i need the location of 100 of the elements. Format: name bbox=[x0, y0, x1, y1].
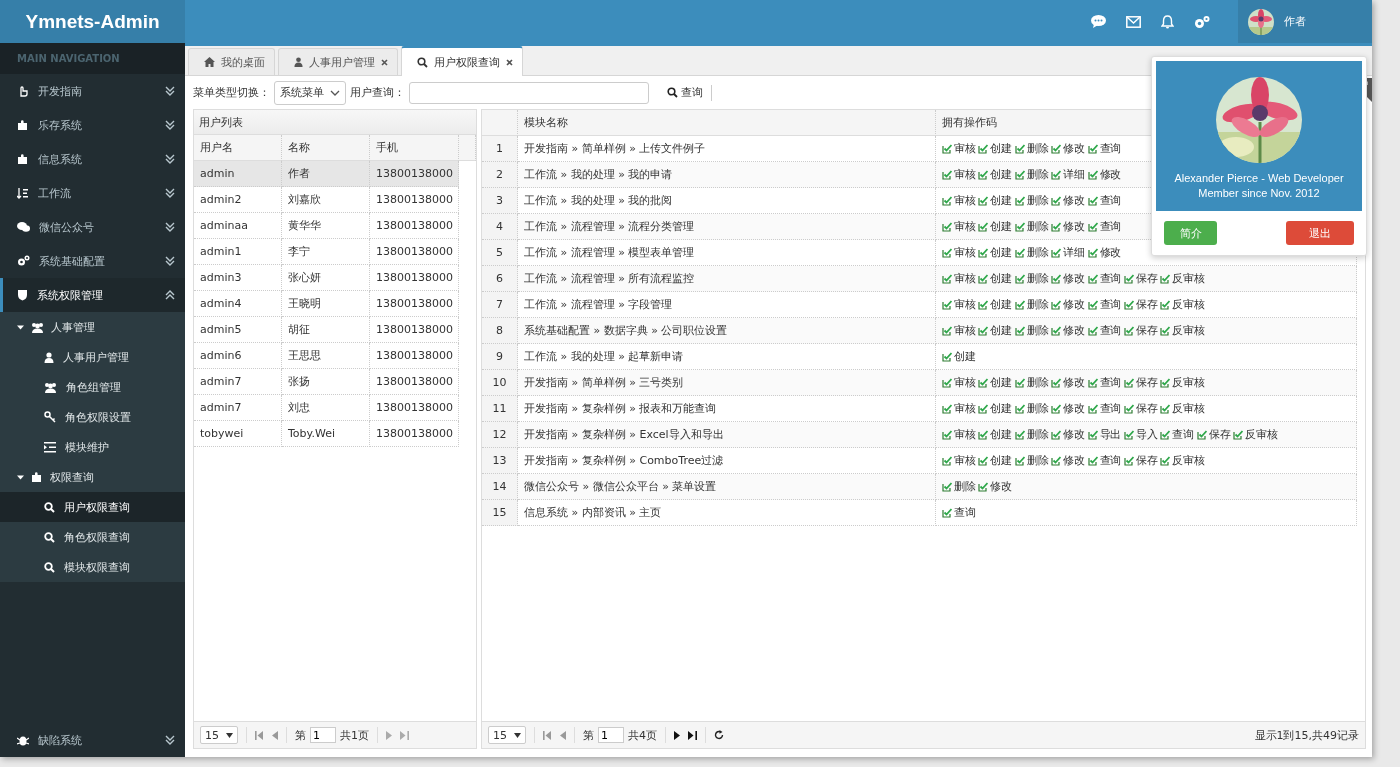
permission-code: 查询 bbox=[1099, 401, 1122, 416]
nav-heading: MAIN NAVIGATION bbox=[0, 43, 185, 74]
nav-item[interactable]: 缺陷系统 bbox=[0, 723, 185, 757]
nav-item[interactable]: 信息系统 bbox=[0, 142, 185, 176]
table-cell: 13800138000 bbox=[370, 317, 459, 343]
checkbox-icon bbox=[1087, 455, 1098, 466]
checkbox-icon bbox=[1087, 221, 1098, 232]
first-page-icon[interactable] bbox=[255, 730, 264, 740]
checkbox-icon bbox=[942, 325, 952, 336]
permission-code: 删除 bbox=[1026, 427, 1049, 442]
permission-code: 创建 bbox=[990, 193, 1012, 208]
bell-icon[interactable] bbox=[1161, 14, 1174, 29]
nav-subitem[interactable]: 人事用户管理 bbox=[0, 342, 185, 372]
permission-code: 创建 bbox=[990, 219, 1012, 234]
permission-code: 审核 bbox=[954, 427, 976, 442]
caret-down-icon bbox=[226, 732, 233, 738]
checkbox-icon bbox=[978, 169, 989, 180]
next-page-icon[interactable] bbox=[674, 730, 680, 740]
row-number: 7 bbox=[482, 292, 518, 318]
close-icon[interactable] bbox=[381, 58, 388, 66]
checkbox-icon bbox=[1014, 455, 1025, 466]
nav-subitem[interactable]: 角色权限查询 bbox=[0, 522, 185, 552]
nav-subitem[interactable]: 角色权限设置 bbox=[0, 402, 185, 432]
checkbox-icon bbox=[978, 299, 989, 310]
checkbox-icon bbox=[1087, 429, 1098, 440]
table-cell: 工作流 » 流程管理 » 所有流程监控 bbox=[518, 266, 936, 292]
permission-code: 保存 bbox=[1136, 297, 1158, 312]
permission-code: 修改 bbox=[1063, 141, 1085, 156]
permission-code: 删除 bbox=[1026, 401, 1049, 416]
permission-code: 创建 bbox=[990, 297, 1012, 312]
chevron-down-icon bbox=[165, 86, 175, 96]
last-page-icon[interactable] bbox=[688, 730, 697, 740]
permission-code: 反审核 bbox=[1245, 427, 1278, 442]
nav-item[interactable]: 系统基础配置 bbox=[0, 244, 185, 278]
page-number-field[interactable]: 1 bbox=[310, 727, 336, 743]
user-query-field[interactable] bbox=[409, 81, 649, 104]
permission-code: 查询 bbox=[1099, 323, 1122, 338]
tab[interactable]: 人事用户管理 bbox=[278, 48, 398, 75]
sign-out-button[interactable]: 退出 bbox=[1286, 221, 1354, 245]
previous-page-icon[interactable] bbox=[272, 730, 278, 740]
checkbox-icon bbox=[978, 429, 989, 440]
checkbox-icon bbox=[978, 273, 989, 284]
page-size-select[interactable]: 15 bbox=[200, 726, 238, 744]
previous-page-icon[interactable] bbox=[560, 730, 566, 740]
refresh-icon[interactable] bbox=[714, 730, 724, 740]
permission-code: 查询 bbox=[1099, 141, 1122, 156]
nav-item[interactable]: 开发指南 bbox=[0, 74, 185, 108]
chevron-down-icon bbox=[165, 120, 175, 130]
row-number: 11 bbox=[482, 396, 518, 422]
checkbox-icon bbox=[1051, 299, 1062, 310]
table-cell: admin1 bbox=[194, 239, 282, 265]
tab[interactable]: 用户权限查询 bbox=[401, 46, 523, 76]
chat-icon[interactable] bbox=[1091, 15, 1106, 28]
checkbox-icon bbox=[1014, 325, 1025, 336]
user-menu[interactable]: 作者 bbox=[1238, 0, 1372, 43]
table-cell: 信息系统 » 内部资讯 » 主页 bbox=[518, 500, 936, 526]
table-cell: 李宁 bbox=[282, 239, 370, 265]
nav-item[interactable]: 微信公众号 bbox=[0, 210, 185, 244]
checkbox-icon bbox=[1087, 195, 1098, 206]
nav-group[interactable]: 人事管理 bbox=[0, 312, 185, 342]
permission-code: 审核 bbox=[954, 193, 976, 208]
permission-code: 删除 bbox=[1026, 375, 1049, 390]
nav-subitem[interactable]: 角色组管理 bbox=[0, 372, 185, 402]
nav-item[interactable]: 工作流 bbox=[0, 176, 185, 210]
close-icon[interactable] bbox=[506, 58, 513, 66]
gears-icon bbox=[17, 255, 30, 267]
page-size-select[interactable]: 15 bbox=[488, 726, 526, 744]
permission-code: 审核 bbox=[954, 271, 976, 286]
query-button[interactable]: 查询 bbox=[663, 83, 707, 102]
permission-code: 保存 bbox=[1136, 323, 1158, 338]
mail-icon[interactable] bbox=[1126, 15, 1141, 28]
checkbox-icon bbox=[1014, 273, 1025, 284]
checkbox-icon bbox=[942, 247, 952, 258]
permission-code: 删除 bbox=[1026, 453, 1049, 468]
chevron-down-icon bbox=[165, 222, 175, 232]
menu-type-select[interactable]: 系统菜单 bbox=[274, 80, 346, 105]
tab[interactable]: 我的桌面 bbox=[188, 48, 275, 75]
page-number-field[interactable]: 1 bbox=[598, 727, 624, 743]
checkbox-icon bbox=[1014, 377, 1025, 388]
checkbox-icon bbox=[942, 221, 952, 232]
table-cell: admin5 bbox=[194, 317, 282, 343]
nav-item[interactable]: 系统权限管理 bbox=[0, 278, 185, 312]
record-summary: 显示1到15,共49记录 bbox=[1254, 727, 1359, 743]
checkbox-icon bbox=[1051, 273, 1062, 284]
nav-item[interactable]: 乐存系统 bbox=[0, 108, 185, 142]
permission-code: 查询 bbox=[1099, 193, 1122, 208]
nav-subitem[interactable]: 模块权限查询 bbox=[0, 552, 185, 582]
table-cell: admin3 bbox=[194, 265, 282, 291]
checkbox-icon bbox=[942, 455, 952, 466]
chevron-down-icon bbox=[165, 735, 175, 745]
table-cell: Toby.Wei bbox=[282, 421, 370, 447]
nav-subitem[interactable]: 用户权限查询 bbox=[0, 492, 185, 522]
app-logo[interactable]: Ymnets-Admin bbox=[0, 0, 185, 43]
chevron-down-icon bbox=[165, 154, 175, 164]
chevron-down-icon bbox=[330, 89, 340, 96]
nav-subitem[interactable]: 模块维护 bbox=[0, 432, 185, 462]
first-page-icon[interactable] bbox=[543, 730, 552, 740]
nav-group[interactable]: 权限查询 bbox=[0, 462, 185, 492]
gears-icon[interactable] bbox=[1194, 14, 1210, 29]
table-cell: 13800138000 bbox=[370, 187, 459, 213]
